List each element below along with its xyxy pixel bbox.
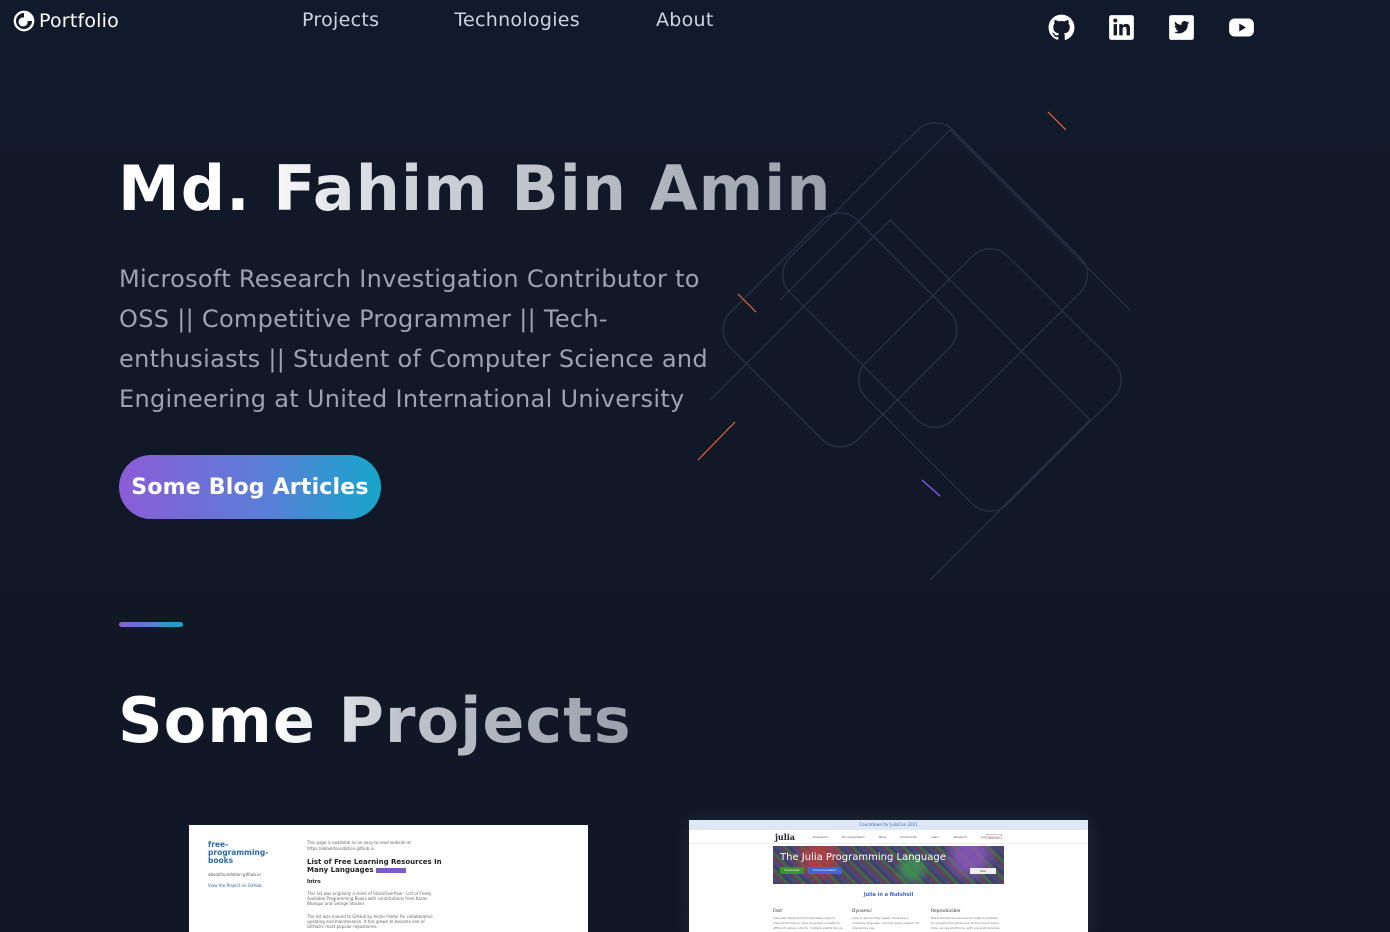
view-on-github-link: View the Project on GitHub	[208, 883, 262, 888]
intro-paragraph-1: This list was originally a clone of Stac…	[307, 891, 432, 906]
julia-hero-title: The Julia Programming Language	[780, 852, 946, 863]
julia-banner: Countdown for JuliaCon 2021	[689, 820, 1088, 830]
julia-feature-fast: Fast Julia was designed from the beginni…	[773, 909, 843, 932]
blog-articles-button[interactable]: Some Blog Articles	[119, 455, 381, 519]
repo-title: free-programming-books	[208, 840, 269, 865]
brand-link[interactable]: Portfolio	[13, 10, 119, 32]
julia-menu-item: Community	[899, 835, 918, 839]
julia-menu-item: Documentation	[841, 835, 866, 839]
repo-heading-text: List of Free Learning Resources In Many …	[307, 858, 442, 874]
project-card-free-programming-books[interactable]: free-programming-books ebookfoundation.g…	[189, 825, 588, 932]
intro-heading: Intro	[307, 879, 321, 885]
feature-title: Reproducible	[931, 909, 961, 914]
twitter-icon[interactable]	[1168, 14, 1195, 41]
project-card-julia[interactable]: Countdown for JuliaCon 2021 julia Downlo…	[689, 820, 1088, 932]
logo-icon	[13, 10, 35, 32]
nav-link-projects[interactable]: Projects	[302, 9, 379, 31]
projects-section-title: Some Projects	[118, 684, 632, 757]
social-links	[1048, 14, 1255, 41]
intro-paragraph-2: The list was moved to GitHub by Victor F…	[307, 914, 433, 929]
hero-title: Md. Fahim Bin Amin	[118, 152, 832, 225]
repo-user: ebookfoundation.github.io	[208, 872, 261, 877]
nav-links: Projects Technologies About	[302, 9, 789, 31]
julia-menu-item: Learn	[931, 835, 940, 839]
linkedin-icon[interactable]	[1108, 14, 1135, 41]
hero-subtitle: Microsoft Research Investigation Contrib…	[119, 265, 708, 413]
julia-menu-item: Blog	[879, 835, 886, 839]
feature-text: Reproducible environments make it possib…	[931, 916, 1001, 930]
julia-hero: The Julia Programming Language Download …	[773, 846, 1004, 884]
badge	[375, 867, 406, 873]
brand-label: Portfolio	[39, 10, 119, 32]
julia-feature-dynamic: Dynamic Julia is dynamically typed, feel…	[852, 909, 922, 931]
youtube-icon[interactable]	[1228, 14, 1255, 41]
julia-menu-item: Download	[813, 835, 828, 839]
nav-link-technologies[interactable]: Technologies	[454, 9, 580, 31]
top-nav: Portfolio Projects Technologies About	[0, 0, 1390, 50]
feature-title: Fast	[773, 909, 783, 914]
julia-logo: julia	[775, 832, 795, 842]
repo-note: This page is available as an easy-to-rea…	[307, 840, 411, 851]
feature-text: Julia was designed from the beginning fo…	[773, 916, 843, 932]
julia-sponsor: Sponsor	[986, 834, 1002, 839]
section-divider	[119, 622, 183, 627]
julia-menu-item: Research	[953, 835, 968, 839]
repo-heading: List of Free Learning Resources In Many …	[307, 858, 457, 874]
feature-title: Dynamic	[852, 909, 872, 914]
julia-docs-button: Documentation	[808, 867, 842, 874]
github-icon[interactable]	[1048, 14, 1075, 41]
julia-star-button: Star	[970, 868, 996, 874]
julia-nav: julia Download Documentation Blog Commun…	[689, 830, 1088, 844]
julia-menu: Download Documentation Blog Community Le…	[813, 835, 987, 839]
julia-feature-reproducible: Reproducible Reproducible environments m…	[931, 909, 1001, 931]
feature-text: Julia is dynamically typed, feels like a…	[852, 916, 920, 930]
julia-nutshell-heading: Julia in a Nutshell	[863, 892, 914, 898]
julia-download-button: Download	[780, 867, 804, 874]
nav-link-about[interactable]: About	[656, 9, 714, 31]
